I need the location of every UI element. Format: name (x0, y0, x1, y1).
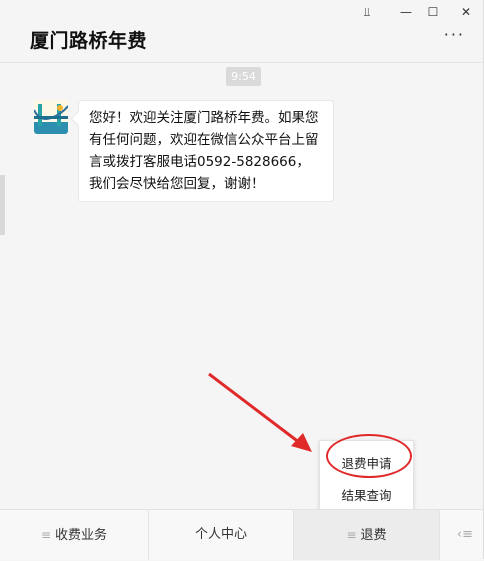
menu-list-icon: ≡ (346, 528, 357, 542)
scrollbar[interactable] (0, 175, 5, 235)
menu-tab-refund[interactable]: ≡ 退费 (294, 510, 440, 560)
welcome-message-bubble: 您好！欢迎关注厦门路桥年费。如果您有任何问题，欢迎在微信公众平台上留言或拨打客服… (78, 100, 334, 202)
menu-tab-label: 收费业务 (55, 528, 108, 543)
bridge-logo-icon (34, 100, 68, 134)
bottom-menu-bar: ≡ 收费业务 个人中心 ≡ 退费 ‹≡ (0, 509, 483, 560)
menu-tab-label: 个人中心 (194, 527, 247, 542)
menu-item-refund-apply[interactable]: 退费申请 (320, 453, 413, 472)
pin-icon[interactable]: ⫫ (357, 2, 377, 22)
submenu-popup: 退费申请 结果查询 (319, 440, 414, 510)
menu-tab-personal-center[interactable]: 个人中心 (149, 510, 294, 560)
chat-title: 厦门路桥年费 (30, 30, 148, 52)
menu-tab-label: 退费 (360, 528, 387, 543)
menu-list-icon: ≡ (40, 528, 52, 542)
maximize-icon[interactable]: ☐ (423, 2, 443, 22)
minimize-icon[interactable]: — (396, 2, 416, 22)
chat-window: 厦门路桥年费 ⫫ — ☐ ✕ ··· 9:54 您好！欢迎关注厦门路桥年费。如果… (0, 0, 484, 560)
menu-item-result-query[interactable]: 结果查询 (320, 485, 413, 504)
more-options-icon[interactable]: ··· (444, 27, 465, 43)
message-timestamp: 9:54 (226, 67, 261, 86)
keyboard-toggle-icon[interactable]: ‹≡ (457, 510, 473, 560)
title-bar: 厦门路桥年费 ⫫ — ☐ ✕ ··· (0, 0, 483, 63)
menu-tab-fee-business[interactable]: ≡ 收费业务 (0, 510, 149, 560)
account-avatar[interactable] (34, 100, 68, 134)
close-icon[interactable]: ✕ (456, 2, 476, 22)
